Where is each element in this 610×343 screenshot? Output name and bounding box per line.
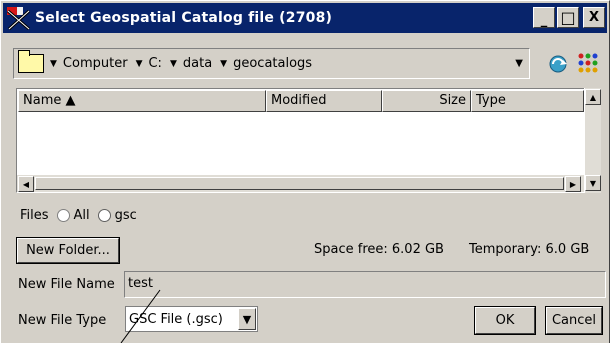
breadcrumb-label: C: (148, 56, 162, 71)
column-header-type[interactable]: Type (471, 90, 584, 112)
refresh-icon[interactable] (546, 50, 572, 76)
new-file-type-select[interactable]: GSC File (.gsc) ▼ (125, 306, 258, 332)
minimize-icon: _ (540, 13, 548, 28)
column-header-size[interactable]: Size (382, 90, 471, 112)
space-free-label: Space free: 6.02 GB (314, 242, 444, 257)
chevron-down-icon: ▼ (169, 58, 177, 69)
radio-gsc-label[interactable]: gsc (115, 208, 137, 223)
window-title: Select Geospatial Catalog file (2708) (35, 10, 333, 26)
path-breadcrumb-bar[interactable]: ▼ Computer ▼ C: ▼ data ▼ geocatalogs ▼ (13, 48, 530, 79)
file-list-header: Name ▲ Modified Size Type (18, 90, 584, 112)
breadcrumb-label: geocatalogs (233, 56, 313, 71)
breadcrumb-c-drive[interactable]: ▼ C: (136, 56, 162, 71)
radio-all[interactable] (56, 209, 70, 222)
new-file-type-value: GSC File (.gsc) (129, 311, 223, 327)
temporary-space-label: Temporary: 6.0 GB (469, 242, 590, 257)
close-icon: X (588, 10, 600, 25)
folder-icon[interactable] (18, 50, 44, 73)
breadcrumb-data[interactable]: ▼ data (170, 56, 212, 71)
path-dropdown-icon[interactable]: ▼ (515, 58, 523, 69)
minimize-button[interactable]: _ (533, 7, 555, 28)
chevron-down-icon: ▼ (50, 58, 57, 69)
file-dialog-window: Select Geospatial Catalog file (2708) _ … (0, 0, 610, 343)
ok-button[interactable]: OK (474, 306, 536, 335)
chevron-down-icon: ▼ (135, 58, 143, 69)
chevron-down-icon: ▼ (220, 58, 228, 69)
new-file-name-label: New File Name (18, 277, 115, 292)
file-filter: Files All gsc (20, 208, 137, 223)
scroll-left-icon[interactable]: ◀ (18, 176, 34, 192)
app-icon (5, 5, 33, 31)
scroll-down-icon[interactable]: ▼ (585, 175, 601, 191)
vertical-scrollbar[interactable]: ▲ ▼ (584, 88, 601, 193)
dropdown-arrow-icon[interactable]: ▼ (238, 308, 256, 330)
scroll-up-icon[interactable]: ▲ (585, 89, 601, 105)
breadcrumb-computer[interactable]: ▼ Computer (50, 56, 128, 71)
radio-all-label[interactable]: All (74, 208, 90, 223)
files-label: Files (20, 208, 49, 223)
maximize-button[interactable]: □ (557, 7, 579, 28)
close-button[interactable]: X (583, 7, 605, 28)
scroll-right-icon[interactable]: ▶ (565, 176, 581, 192)
maximize-icon: □ (560, 7, 576, 27)
title-bar[interactable]: Select Geospatial Catalog file (2708) _ … (3, 3, 607, 33)
new-file-name-input[interactable]: test (124, 271, 606, 298)
horizontal-scrollbar[interactable]: ◀ ▶ (17, 175, 584, 192)
breadcrumb-label: data (182, 56, 213, 71)
cancel-button[interactable]: Cancel (545, 306, 603, 335)
column-header-modified[interactable]: Modified (266, 90, 382, 112)
radio-gsc[interactable] (97, 209, 111, 222)
grid-dots-icon[interactable] (576, 50, 602, 76)
new-folder-button[interactable]: New Folder... (16, 237, 120, 264)
horizontal-scroll-thumb[interactable] (35, 177, 564, 190)
new-file-type-label: New File Type (18, 313, 107, 328)
breadcrumb-geocatalogs[interactable]: ▼ geocatalogs (220, 56, 312, 71)
breadcrumb-label: Computer (62, 56, 128, 71)
column-header-name[interactable]: Name ▲ (18, 90, 266, 112)
